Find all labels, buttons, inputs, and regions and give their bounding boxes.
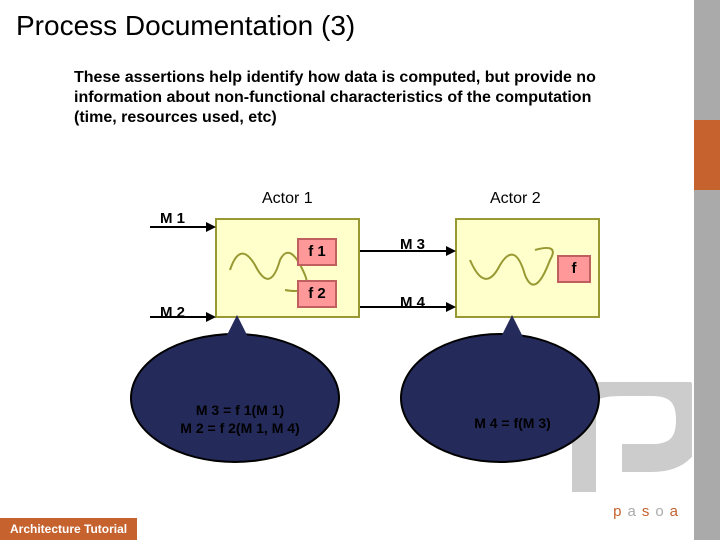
callout-right-bubble xyxy=(400,333,600,463)
func-f-box: f xyxy=(557,255,591,283)
brand-text: pasoa xyxy=(613,503,684,520)
brand-p: p xyxy=(613,503,627,520)
arrow-m1 xyxy=(150,226,208,228)
description-text: These assertions help identify how data … xyxy=(74,68,634,128)
callout-left-line1: M 3 = f 1(M 1) xyxy=(165,402,315,420)
msg-m1-label: M 1 xyxy=(160,210,185,227)
arrow-m2-head-icon xyxy=(206,312,216,322)
callout-left-text: M 3 = f 1(M 1) M 2 = f 2(M 1, M 4) xyxy=(165,402,315,437)
brand-a2: a xyxy=(670,503,684,520)
callout-right-line1: M 4 = f(M 3) xyxy=(455,415,570,433)
side-stripe xyxy=(694,0,720,540)
msg-m2-label: M 2 xyxy=(160,304,185,321)
arrow-m3-head-icon xyxy=(446,246,456,256)
arrow-m2 xyxy=(150,316,208,318)
func-f1-box: f 1 xyxy=(297,238,337,266)
arrow-m1-head-icon xyxy=(206,222,216,232)
brand-o: o xyxy=(655,503,669,520)
side-stripe-accent xyxy=(694,120,720,190)
actor2-squiggle-icon xyxy=(465,235,565,305)
msg-m4-label: M 4 xyxy=(400,294,425,311)
actor1-label: Actor 1 xyxy=(262,190,313,208)
arrow-m3 xyxy=(360,250,448,252)
footer-label: Architecture Tutorial xyxy=(0,518,137,540)
callout-right-tail-icon xyxy=(500,315,524,339)
callout-left-tail-icon xyxy=(225,315,249,339)
func-f2-box: f 2 xyxy=(297,280,337,308)
callout-right-text: M 4 = f(M 3) xyxy=(455,415,570,433)
brand-s: s xyxy=(642,503,656,520)
arrow-m4-head-icon xyxy=(446,302,456,312)
callout-left-bubble xyxy=(130,333,340,463)
callout-left-line2: M 2 = f 2(M 1, M 4) xyxy=(165,420,315,438)
brand-a: a xyxy=(627,503,641,520)
actor2-label: Actor 2 xyxy=(490,190,541,208)
arrow-m4 xyxy=(360,306,448,308)
page-title: Process Documentation (3) xyxy=(16,10,355,42)
